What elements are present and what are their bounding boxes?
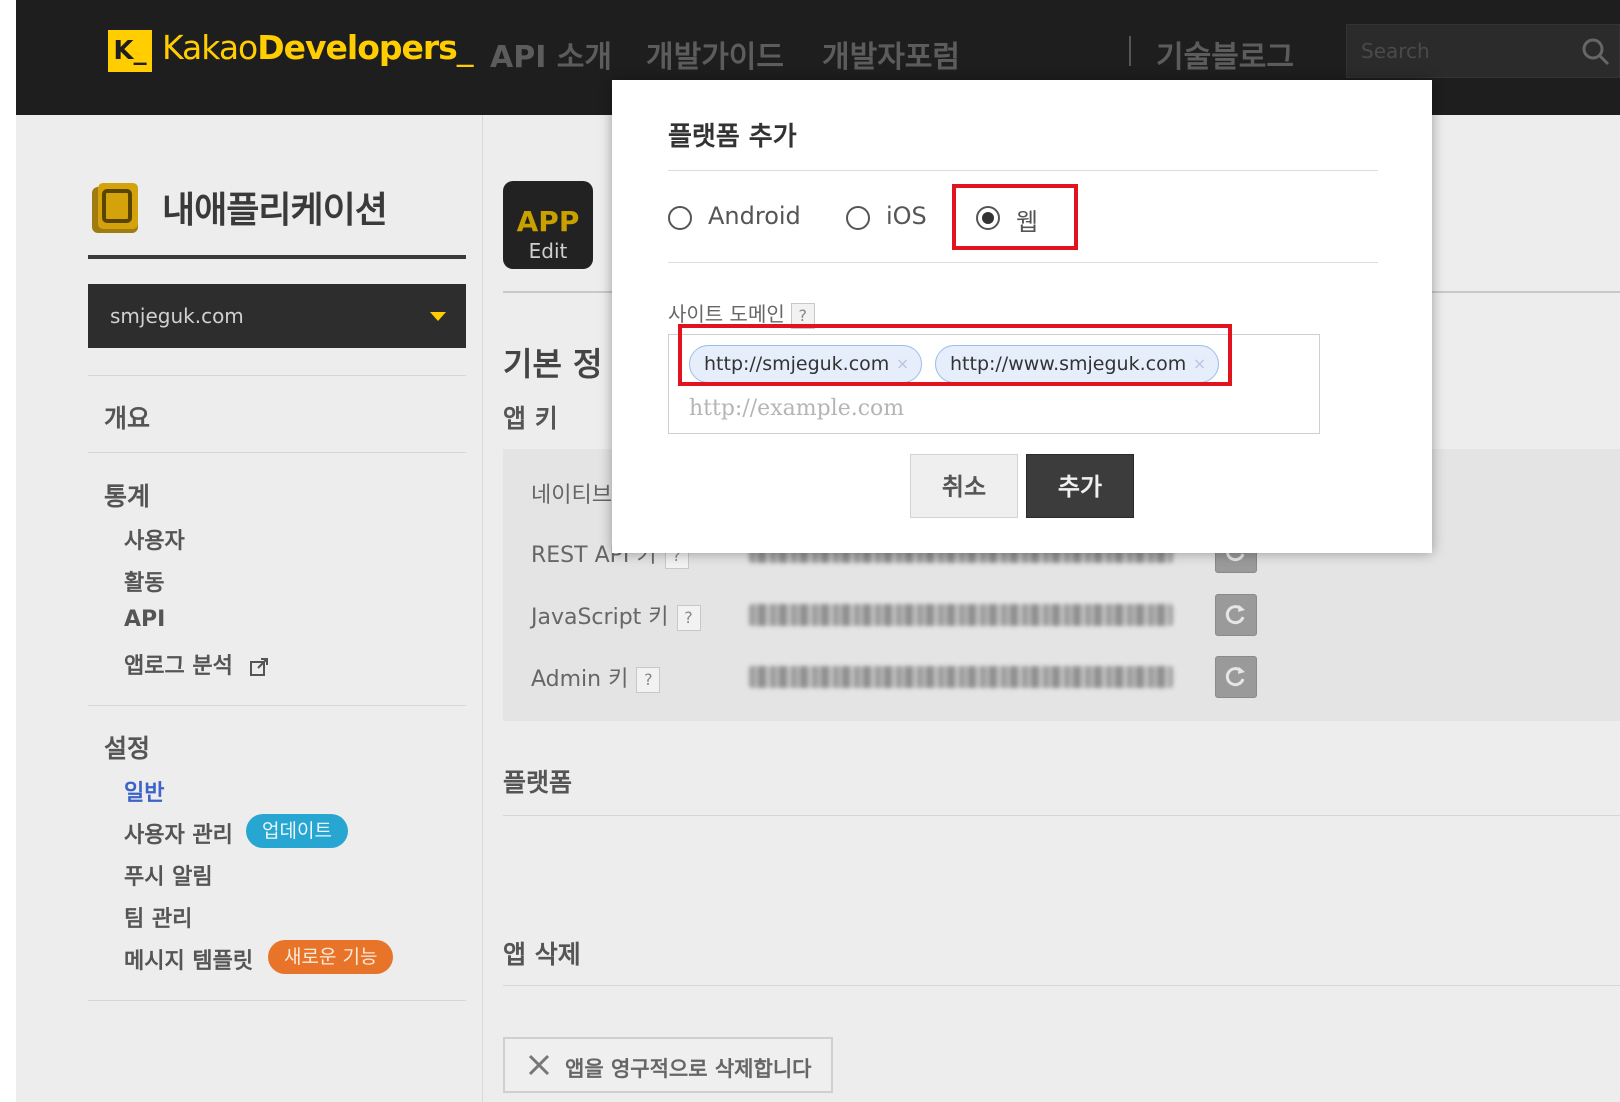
logo-prefix: Kakao (162, 28, 258, 67)
nav-api-intro[interactable]: API 소개 (490, 32, 612, 76)
sidebar-section-settings: 설정 (104, 734, 151, 763)
search-icon[interactable] (1581, 37, 1611, 67)
highlight-web-option (952, 184, 1078, 250)
dialog-options-rule (668, 262, 1378, 263)
sidebar-item-message-template[interactable]: 메시지 템플릿 (124, 943, 253, 975)
refresh-icon (1225, 605, 1245, 625)
app-selector-value: smjeguk.com (110, 304, 244, 328)
nav-dev-forum[interactable]: 개발자포럼 (822, 32, 960, 76)
help-icon[interactable]: ? (636, 667, 661, 693)
sidebar-item-users[interactable]: 사용자 (124, 523, 185, 555)
close-icon (528, 1054, 550, 1076)
cancel-button[interactable]: 취소 (910, 454, 1018, 518)
key-label-admin: Admin 키 (531, 667, 629, 692)
refresh-js-key-button[interactable] (1215, 594, 1257, 636)
dialog-title: 플랫폼 추가 (668, 122, 797, 152)
radio-android-circle[interactable] (668, 206, 692, 230)
radio-ios[interactable]: iOS (846, 198, 936, 238)
sidebar-item-overview[interactable]: 개요 (104, 399, 150, 435)
radio-ios-label: iOS (886, 202, 927, 230)
site-domain-label-text: 사이트 도메인 (668, 302, 785, 326)
sidebar-item-api[interactable]: API (124, 607, 165, 632)
sidebar-item-team[interactable]: 팀 관리 (124, 901, 192, 933)
add-button[interactable]: 추가 (1026, 454, 1134, 518)
sidebar-divider (88, 452, 466, 453)
sidebar-divider (88, 1000, 466, 1001)
section-basic-info: 기본 정 (503, 345, 603, 383)
logo-bold: Developers (257, 28, 458, 67)
search-box (1346, 24, 1620, 78)
delete-app-button[interactable]: 앱을 영구적으로 삭제합니다 (503, 1037, 833, 1093)
app-edit-button[interactable]: APP Edit (503, 181, 593, 269)
platform-heading: 플랫폼 (503, 768, 573, 797)
update-badge: 업데이트 (246, 814, 348, 848)
app-delete-heading: 앱 삭제 (503, 940, 581, 969)
logo-text[interactable]: KakaoDevelopers_ (162, 28, 473, 67)
key-value-admin (749, 666, 1173, 688)
dialog-title-rule (668, 170, 1378, 171)
sidebar-title-rule (88, 255, 466, 259)
search-input[interactable] (1361, 35, 1561, 67)
sidebar-divider (88, 705, 466, 706)
radio-android[interactable]: Android (668, 198, 808, 238)
key-value-js (749, 604, 1173, 626)
chevron-down-icon (430, 312, 446, 321)
sidebar-section-stats: 통계 (104, 482, 151, 511)
nav-dev-guide[interactable]: 개발가이드 (646, 32, 784, 76)
key-row-js: JavaScript 키? (531, 599, 701, 631)
highlight-domain-tags (678, 324, 1232, 386)
nav-tech-blog[interactable]: 기술블로그 (1156, 32, 1294, 76)
key-label-js: JavaScript 키 (531, 605, 669, 630)
key-row-admin: Admin 키? (531, 661, 661, 693)
new-feature-badge: 새로운 기능 (268, 940, 394, 974)
radio-ios-circle[interactable] (846, 206, 870, 230)
sidebar-item-applog[interactable]: 앱로그 분석 (124, 648, 269, 680)
sidebar-item-applog-label: 앱로그 분석 (124, 654, 233, 679)
sidebar-item-activity[interactable]: 활동 (124, 565, 164, 597)
domain-input[interactable] (689, 391, 1189, 425)
external-link-icon (249, 658, 268, 676)
sidebar-item-general[interactable]: 일반 (124, 775, 164, 807)
refresh-icon (1225, 667, 1245, 687)
sidebar-item-push[interactable]: 푸시 알림 (124, 859, 213, 891)
delete-app-label: 앱을 영구적으로 삭제합니다 (565, 1057, 812, 1081)
app-badge-top: APP (516, 205, 580, 238)
logo-suffix: _ (456, 28, 473, 67)
app-key-heading: 앱 키 (503, 404, 558, 433)
refresh-admin-key-button[interactable] (1215, 656, 1257, 698)
platform-rule (503, 815, 1620, 816)
app-badge-bottom: Edit (528, 239, 568, 263)
app-selector[interactable]: smjeguk.com (88, 284, 466, 348)
help-icon[interactable]: ? (676, 605, 701, 631)
sidebar-divider (88, 375, 466, 376)
my-app-icon (92, 183, 138, 233)
delete-rule (503, 985, 1620, 986)
nav-separator (1129, 36, 1131, 66)
add-platform-dialog: 플랫폼 추가 Android iOS 웹 사이트 도메인? http://smj… (612, 80, 1432, 553)
radio-android-label: Android (708, 202, 801, 230)
sidebar-item-user-management[interactable]: 사용자 관리 (124, 817, 233, 849)
key-label-native: 네이티브 (531, 483, 612, 508)
sidebar: 내애플리케이션 smjeguk.com 개요 통계 사용자 활동 API 앱로그… (16, 115, 481, 1102)
sidebar-title: 내애플리케이션 (162, 190, 388, 231)
logo-badge[interactable]: K_ (108, 30, 152, 72)
